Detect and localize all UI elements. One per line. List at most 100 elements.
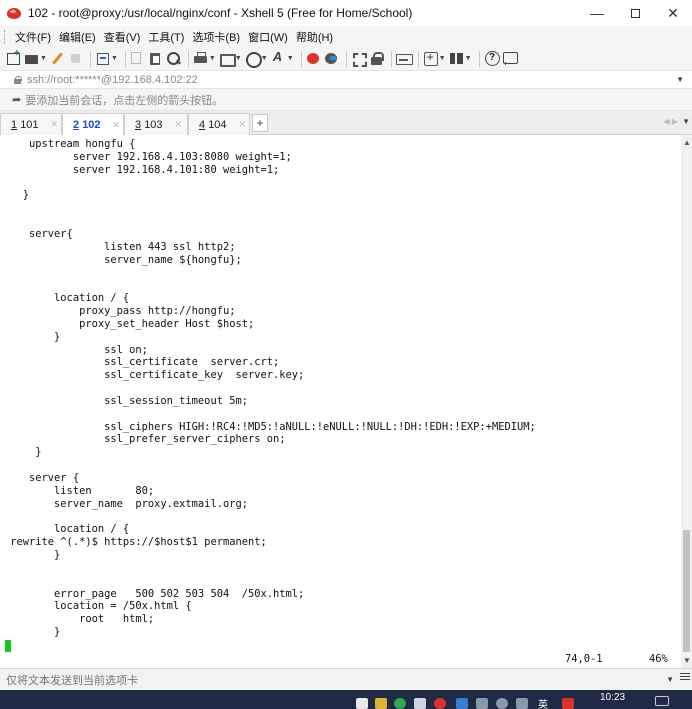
terminal-line: listen 443 ssl http2; [4, 240, 236, 253]
tray-window-icon[interactable] [414, 698, 426, 709]
menu-file[interactable]: 文件(F) [11, 29, 55, 45]
add-session-arrow-icon[interactable]: ➦ [12, 93, 21, 106]
hamburger-menu-icon[interactable] [680, 673, 690, 683]
menu-tools[interactable]: 工具(T) [144, 29, 188, 45]
tray-volume-icon[interactable] [476, 698, 488, 709]
toolbar-separator [124, 50, 126, 67]
chat-button[interactable] [502, 50, 518, 68]
encoding-button[interactable]: ▼ [245, 50, 268, 68]
keyboard-button[interactable] [395, 50, 413, 68]
ime-indicator[interactable]: 英 [538, 696, 548, 709]
toolbar: ▼ ▼ ▼ ▼ ▼ ▼ ▼ ▼ [0, 47, 692, 71]
tray-app-icon[interactable] [356, 698, 368, 709]
tray-antivirus-icon[interactable] [562, 698, 574, 709]
send-dropdown-icon[interactable]: ▼ [666, 675, 674, 684]
tray-folder-icon[interactable] [375, 698, 387, 709]
tray-network-icon[interactable] [456, 698, 468, 709]
tray-wechat-icon[interactable] [394, 698, 406, 709]
menu-view[interactable]: 查看(V) [100, 29, 145, 45]
vertical-scrollbar[interactable]: ▲ ▼ [681, 135, 692, 668]
tab-102[interactable]: 2 102 ✕ [62, 113, 124, 136]
terminal-line: server { [4, 471, 80, 484]
print-icon [193, 51, 208, 66]
paste-button[interactable] [148, 50, 163, 68]
new-session-button[interactable] [6, 48, 21, 68]
terminal-output: upstream hongfu { server 192.168.4.103:8… [4, 138, 536, 639]
tray-wifi-icon[interactable] [496, 698, 508, 709]
reconnect-button[interactable] [50, 50, 65, 68]
address-dropdown-icon[interactable]: ▼ [676, 75, 684, 84]
close-icon[interactable]: ✕ [175, 119, 183, 130]
address-bar[interactable]: ssh://root:******@192.168.4.102:22 ▼ [0, 71, 692, 89]
help-button[interactable] [484, 50, 500, 68]
folder-icon [24, 51, 39, 66]
notification-icon[interactable] [655, 696, 669, 706]
xshell-button[interactable] [306, 50, 321, 68]
scrollbar-thumb[interactable] [683, 530, 690, 652]
tab-scroll-arrows-icon[interactable]: ◀ ▶ [663, 117, 678, 126]
layout-button[interactable]: ▼ [449, 50, 472, 68]
close-icon[interactable]: ✕ [239, 119, 247, 130]
font-button[interactable]: ▼ [271, 49, 294, 68]
fullscreen-icon [351, 51, 367, 67]
xftp-button[interactable] [324, 50, 339, 68]
terminal-line: ssl_certificate_key server.key; [4, 369, 305, 382]
tab-101[interactable]: 1 101 ✕ [0, 113, 62, 135]
close-button[interactable]: ✕ [654, 0, 692, 26]
menu-window[interactable]: 窗口(W) [244, 29, 292, 45]
disconnect-button[interactable] [68, 50, 83, 68]
add-tab-button[interactable]: + [252, 114, 268, 132]
tray-xshell-icon[interactable] [434, 698, 446, 709]
window-title: 102 - root@proxy:/usr/local/nginx/conf -… [28, 6, 413, 20]
menu-tabs[interactable]: 选项卡(B) [188, 29, 244, 45]
lock-button[interactable] [369, 50, 384, 68]
copy-icon [130, 51, 145, 66]
close-icon[interactable]: ✕ [113, 120, 121, 131]
clock-time[interactable]: 10:23 [600, 692, 625, 703]
close-icon[interactable]: ✕ [51, 119, 59, 130]
xftp-icon [324, 51, 339, 66]
properties-button[interactable]: ▼ [95, 50, 118, 68]
terminal-line: location = /50x.html { [4, 600, 192, 613]
terminal-line: proxy_pass http://hongfu; [4, 304, 236, 317]
terminal-area[interactable]: upstream hongfu { server 192.168.4.103:8… [0, 135, 681, 668]
open-button[interactable]: ▼ [24, 50, 47, 68]
session-hint-bar: ➦ 要添加当前会话，点击左侧的箭头按钮。 [0, 89, 692, 111]
toolbar-separator [390, 50, 392, 67]
find-button[interactable] [166, 50, 181, 68]
scroll-down-icon[interactable]: ▼ [683, 656, 691, 665]
maximize-button[interactable] [616, 0, 654, 26]
scroll-up-icon[interactable]: ▲ [683, 138, 691, 147]
fullscreen-button[interactable] [351, 50, 367, 68]
maximize-icon [630, 8, 640, 18]
menu-edit[interactable]: 编辑(E) [55, 29, 100, 45]
tab-list-dropdown-icon[interactable]: ▼ [682, 117, 690, 126]
tab-bar: 1 101 ✕ 2 102 ✕ 3 103 ✕ 4 104 ✕ + ◀ ▶ ▼ [0, 111, 692, 136]
transfer-button[interactable]: ▼ [219, 50, 242, 68]
menu-help[interactable]: 帮助(H) [292, 29, 337, 45]
tab-104[interactable]: 4 104 ✕ [188, 113, 250, 135]
print-button[interactable]: ▼ [193, 50, 216, 68]
xshell-icon [306, 51, 321, 66]
toolbar-separator [478, 50, 480, 67]
tab-103[interactable]: 3 103 ✕ [124, 113, 188, 135]
copy-button[interactable] [130, 50, 145, 68]
title-bar: 102 - root@proxy:/usr/local/nginx/conf -… [0, 0, 692, 26]
terminal-line: server 192.168.4.103:8080 weight=1; [4, 150, 292, 163]
new-tab-button[interactable]: ▼ [423, 50, 446, 68]
minimize-button[interactable]: — [578, 0, 616, 26]
address-text: ssh://root:******@192.168.4.102:22 [27, 73, 198, 86]
tray-speaker-icon[interactable] [516, 698, 528, 709]
terminal-line: location / { [4, 523, 130, 536]
layout-icon [449, 51, 464, 66]
send-bar[interactable]: 仅将文本发送到当前选项卡 ▼ [0, 668, 692, 690]
menu-grip [4, 29, 7, 44]
toolbar-separator [345, 50, 347, 67]
help-icon [484, 51, 500, 66]
terminal-line: ssl on; [4, 343, 148, 356]
